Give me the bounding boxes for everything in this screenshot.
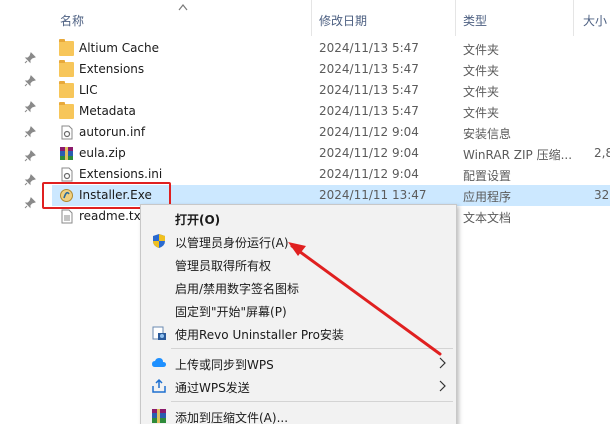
file-name: readme.txt [79,209,146,223]
column-divider[interactable] [455,0,456,36]
settings-file-icon [61,125,73,140]
menu-item-label: 使用Revo Uninstaller Pro安装 [175,328,344,342]
pin-icon [24,126,36,138]
file-name: Extensions.ini [79,167,163,181]
revo-uninstaller-icon [152,326,166,340]
pin-icon [24,197,36,209]
file-name: eula.zip [79,146,126,160]
file-date: 2024/11/13 5:47 [319,41,419,55]
file-date: 2024/11/13 5:47 [319,104,419,118]
table-row[interactable]: autorun.inf 2024/11/12 9:04 安装信息 [52,122,610,143]
file-type: 文件夹 [463,106,500,120]
winrar-archive-icon [60,147,73,160]
column-date-modified[interactable]: 修改日期 [319,12,367,29]
file-type: 安装信息 [463,127,512,141]
text-file-icon [61,209,73,224]
uac-shield-icon [153,234,165,248]
menu-item-digital-signature[interactable]: 启用/禁用数字签名图标 [141,276,456,298]
menu-item-wps-send[interactable]: 通过WPS发送 [141,375,456,397]
file-date: 2024/11/12 9:04 [319,125,419,139]
menu-item-revo-install[interactable]: 使用Revo Uninstaller Pro安装 [141,322,456,344]
menu-item-label: 启用/禁用数字签名图标 [175,282,300,296]
folder-icon [59,81,74,98]
file-date: 2024/11/12 9:04 [319,146,419,160]
file-size: 32,2 [594,188,610,202]
menu-item-label: 添加到压缩文件(A)... [175,411,289,424]
column-header: 名称 修改日期 类型 大小 [0,0,610,36]
menu-item-label: 打开(O) [175,213,221,227]
file-type: 文件夹 [463,64,500,78]
column-divider[interactable] [311,0,312,36]
table-row[interactable]: Altium Cache 2024/11/13 5:47 文件夹 [52,38,610,59]
pin-icon [24,75,36,87]
file-date: 2024/11/12 9:04 [319,167,419,181]
file-name: Extensions [79,62,145,76]
file-type: 文件夹 [463,43,500,57]
folder-icon [59,60,74,77]
file-type: 文件夹 [463,85,500,99]
pin-icon [24,174,36,186]
folder-icon [59,39,74,56]
table-row[interactable]: Metadata 2024/11/13 5:47 文件夹 [52,101,610,122]
column-size[interactable]: 大小 [583,12,607,29]
table-row[interactable]: eula.zip 2024/11/12 9:04 WinRAR ZIP 压缩..… [52,143,610,164]
menu-item-open[interactable]: 打开(O) [141,207,456,229]
file-name: autorun.inf [79,125,146,139]
cloud-icon [152,358,166,367]
menu-item-wps-upload[interactable]: 上传或同步到WPS [141,352,456,374]
menu-separator [171,401,453,402]
menu-item-label: 管理员取得所有权 [175,259,272,273]
chevron-right-icon [439,380,446,392]
menu-item-label: 以管理员身份运行(A) [175,236,289,250]
file-date: 2024/11/11 13:47 [319,188,427,202]
menu-item-label: 上传或同步到WPS [175,358,274,372]
settings-file-icon [61,167,73,182]
menu-item-label: 固定到"开始"屏幕(P) [175,305,287,319]
menu-item-pin-start[interactable]: 固定到"开始"屏幕(P) [141,299,456,321]
file-date: 2024/11/13 5:47 [319,83,419,97]
file-name: LIC [79,83,98,97]
file-date: 2024/11/13 5:47 [319,62,419,76]
menu-item-label: 通过WPS发送 [175,381,250,395]
pin-icon [24,52,36,64]
winrar-archive-icon [152,409,166,423]
menu-item-run-as-admin[interactable]: 以管理员身份运行(A) [141,230,456,252]
file-name: Metadata [79,104,136,118]
file-type: 文本文档 [463,211,512,225]
file-type: WinRAR ZIP 压缩... [463,148,573,162]
sort-ascending-icon[interactable] [178,3,188,11]
column-divider[interactable] [573,0,574,36]
pin-icon [24,101,36,113]
file-size: 2,8 [594,146,610,160]
folder-icon [59,102,74,119]
pin-icon [24,150,36,162]
chevron-right-icon [439,357,446,369]
menu-item-take-ownership[interactable]: 管理员取得所有权 [141,253,456,275]
file-name: Altium Cache [79,41,160,55]
file-type: 配置设置 [463,169,512,183]
column-type[interactable]: 类型 [463,12,487,29]
menu-item-add-archive[interactable]: 添加到压缩文件(A)... [141,405,456,424]
menu-separator [171,348,453,349]
file-type: 应用程序 [463,190,512,204]
column-name[interactable]: 名称 [60,12,84,29]
context-menu: 打开(O) 以管理员身份运行(A) 管理员取得所有权 启用/禁用数字签名图标 固… [140,204,457,424]
share-icon [152,378,166,393]
table-row[interactable]: LIC 2024/11/13 5:47 文件夹 [52,80,610,101]
table-row[interactable]: Extensions 2024/11/13 5:47 文件夹 [52,59,610,80]
